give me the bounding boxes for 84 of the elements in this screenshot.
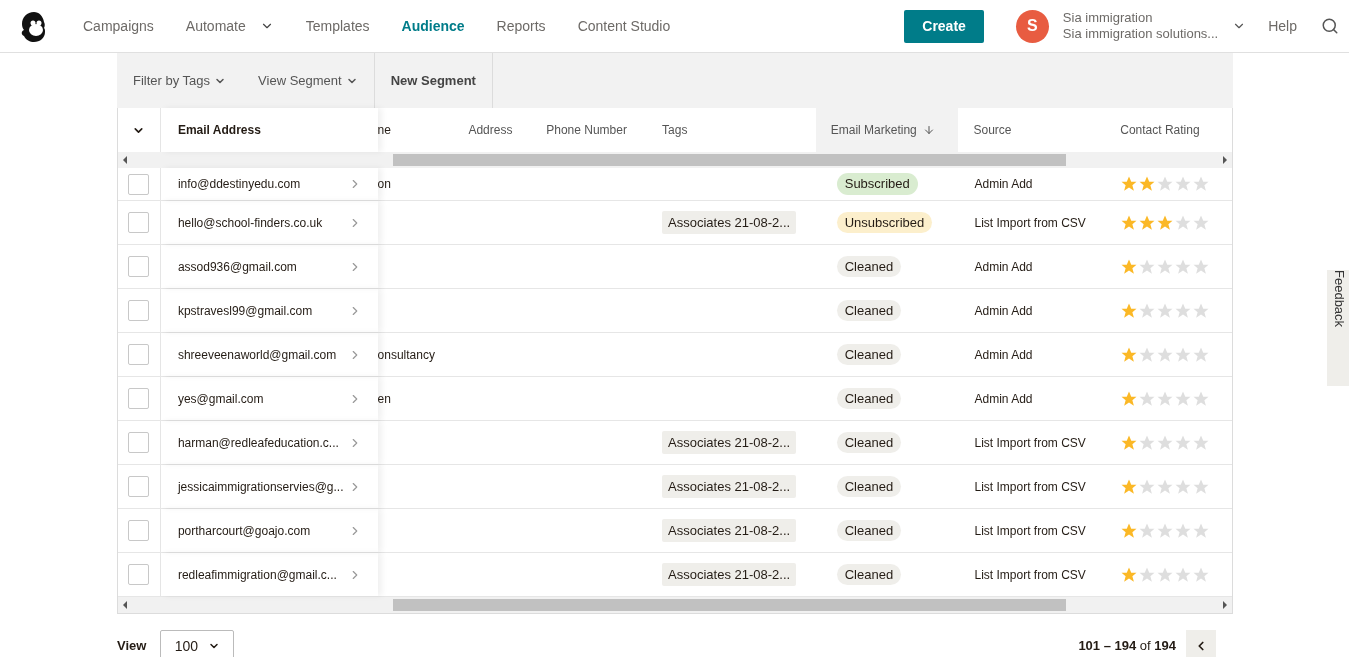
tag-chip[interactable]: Associates 21-08-2... — [662, 518, 797, 543]
dropdown-button[interactable]: Filter by Tags — [133, 70, 227, 91]
status-badge: Cleaned — [836, 475, 902, 498]
sort-arrow-icon — [922, 124, 935, 136]
row-checkbox[interactable] — [128, 300, 150, 321]
table-cell-text: Admin Add — [974, 176, 1033, 193]
row-checkbox[interactable] — [128, 256, 150, 277]
nav-link[interactable]: Reports — [496, 15, 546, 37]
account-name: Sia immigration — [1062, 10, 1154, 26]
column-header[interactable]: Source — [958, 108, 1106, 152]
star-icon — [1156, 175, 1175, 193]
nav-link[interactable]: Templates — [305, 15, 370, 37]
email-link[interactable]: assod936@gmail.com — [177, 257, 297, 276]
row-checkbox[interactable] — [128, 344, 150, 365]
column-header[interactable]: Address — [453, 108, 532, 152]
view-label: View — [117, 637, 147, 656]
star-icon — [1174, 175, 1193, 193]
table-cell-text: Admin Add — [974, 258, 1033, 276]
table-cell-text: onsultancy — [377, 346, 435, 364]
horizontal-scrollbar[interactable] — [118, 597, 1232, 613]
row-checkbox[interactable] — [128, 520, 150, 541]
pagination-range: 101 – 194 of 194 — [1078, 637, 1176, 656]
tag-chip[interactable]: Associates 21-08-2... — [662, 562, 797, 587]
email-link[interactable]: harman@redleafeducation.c... — [177, 433, 339, 452]
row-checkbox[interactable] — [128, 564, 150, 585]
email-link[interactable]: shreeveenaworld@gmail.com — [177, 345, 337, 364]
star-icon — [1120, 175, 1139, 193]
row-checkbox[interactable] — [128, 173, 150, 195]
status-badge: Cleaned — [836, 343, 902, 366]
email-link[interactable]: info@ddestinyedu.com — [177, 175, 301, 193]
status-badge: Cleaned — [836, 299, 902, 322]
row-checkbox[interactable] — [128, 476, 150, 497]
account-organization: Sia immigration solutions... — [1062, 26, 1219, 42]
nav-link[interactable]: Automate — [185, 15, 274, 37]
table-cell-text: List Import from CSV — [974, 434, 1086, 452]
horizontal-scrollbar[interactable] — [118, 152, 1232, 168]
status-badge: Cleaned — [836, 519, 902, 542]
row-checkbox[interactable] — [128, 432, 150, 453]
status-badge: Cleaned — [836, 387, 902, 410]
table-cell-text: en — [377, 390, 391, 408]
table-cell-text: List Import from CSV — [974, 214, 1086, 232]
column-header[interactable]: Phone Number — [531, 108, 648, 152]
feedback-tab[interactable]: Feedback — [1327, 270, 1349, 386]
column-header[interactable]: Contact Rating — [1105, 108, 1232, 152]
row-checkbox[interactable] — [128, 388, 150, 409]
create-button[interactable]: Create — [904, 9, 984, 43]
table-cell-text: List Import from CSV — [974, 566, 1086, 584]
nav-link[interactable]: Content Studio — [577, 15, 671, 37]
star-rating[interactable] — [1120, 175, 1211, 193]
status-badge: Cleaned — [836, 431, 902, 454]
dropdown-button[interactable]: View Segment — [258, 70, 358, 91]
email-link[interactable]: portharcourt@goajo.com — [177, 521, 311, 540]
table-cell-text: List Import from CSV — [974, 522, 1086, 540]
table-cell-text: Admin Add — [974, 390, 1033, 408]
page-size-select[interactable]: 100 — [160, 630, 235, 657]
column-header[interactable]: Email Marketing — [815, 108, 959, 152]
email-link[interactable]: jessicaimmigrationservies@g... — [177, 477, 344, 496]
email-link[interactable]: yes@gmail.com — [177, 389, 264, 408]
table-cell-text: Admin Add — [974, 346, 1033, 364]
star-icon — [1192, 175, 1211, 193]
column-header[interactable]: ne — [377, 108, 454, 152]
nav-link[interactable]: Audience — [401, 15, 465, 37]
nav-link[interactable]: Campaigns — [83, 15, 154, 37]
status-badge: Cleaned — [836, 563, 902, 586]
search-icon[interactable] — [1321, 17, 1339, 35]
email-link[interactable]: kpstravesl99@gmail.com — [177, 301, 313, 320]
table-cell-text: Admin Add — [974, 302, 1033, 320]
column-header[interactable]: Email Address — [160, 108, 378, 152]
new-segment-button[interactable]: New Segment — [373, 53, 493, 108]
table-cell-text: on — [377, 176, 391, 193]
status-badge: Unsubscribed — [836, 211, 933, 234]
email-link[interactable]: hello@school-finders.co.uk — [177, 213, 323, 232]
tag-chip[interactable]: Associates 21-08-2... — [662, 210, 797, 235]
star-icon — [1138, 175, 1157, 193]
status-badge: Subscribed — [836, 173, 918, 195]
column-header[interactable]: Tags — [647, 108, 816, 152]
status-badge: Cleaned — [836, 255, 902, 278]
tag-chip[interactable]: Associates 21-08-2... — [662, 474, 797, 499]
table-cell-text: List Import from CSV — [974, 478, 1086, 496]
email-link[interactable]: redleafimmigration@gmail.c... — [177, 565, 337, 584]
row-checkbox[interactable] — [128, 212, 150, 233]
previous-page-button[interactable] — [1186, 630, 1216, 657]
help-link[interactable]: Help — [1268, 15, 1297, 37]
tag-chip[interactable]: Associates 21-08-2... — [662, 430, 797, 455]
